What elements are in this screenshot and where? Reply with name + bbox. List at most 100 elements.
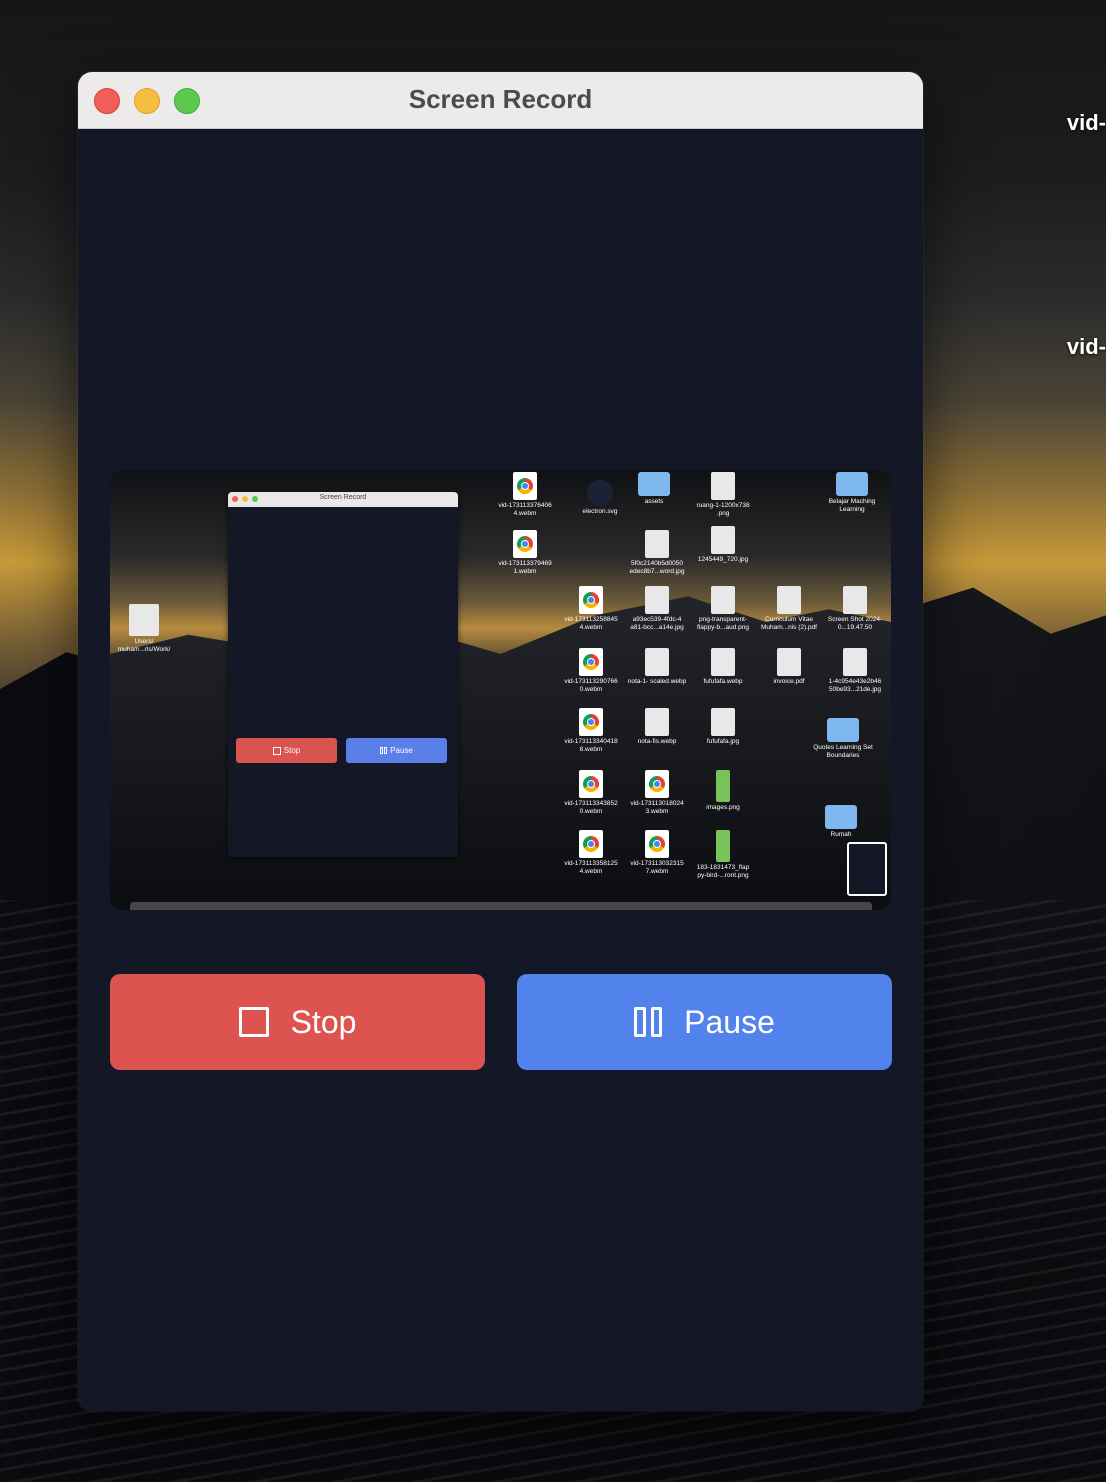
screen-record-window: Screen Record Screen Record Stop Pause U… <box>78 72 923 1411</box>
preview-desktop-item: 1245449_720.jpg <box>692 526 754 564</box>
preview-item-label: vid-173113290766 0.webm <box>564 678 618 693</box>
folder-file-icon <box>827 718 859 742</box>
preview-desktop-item: vid-173113343852 0.webm <box>560 770 622 816</box>
preview-item-label: images.png <box>706 804 740 811</box>
preview-desktop-item: images.png <box>692 770 754 812</box>
img-file-icon <box>711 708 735 736</box>
svg-file-icon <box>587 480 613 506</box>
preview-desktop-item: Belajar Maching Learning <box>821 472 883 514</box>
chrome-file-icon <box>579 830 603 858</box>
img-file-icon <box>645 586 669 614</box>
preview-item-label: vid-173113032315 7.webm <box>630 860 684 875</box>
img-file-icon <box>843 586 867 614</box>
preview-item-label: Quotes Learning Set Boundaries <box>813 744 873 759</box>
preview-item-label: 183-1831473_flap py-bird-...ront.png <box>696 864 750 879</box>
chrome-file-icon <box>513 472 537 500</box>
preview-desktop-item: invoice.pdf <box>758 648 820 686</box>
chrome-file-icon <box>645 770 669 798</box>
preview-mini-titlebar: Screen Record <box>228 492 458 507</box>
preview-item-label: assets <box>644 498 664 505</box>
preview-mini-window: Screen Record Stop Pause <box>228 492 458 857</box>
preview-desktop-item: vid-173113379469 1.webm <box>494 530 556 576</box>
preview-item-label: fufufafa.jpg <box>706 738 740 745</box>
preview-desktop-item: electron.svg <box>569 480 631 516</box>
preview-item-label: vid-173113376406 4.webm <box>498 502 552 517</box>
desktop-file-label[interactable]: vid- <box>1067 334 1106 360</box>
preview-item-label: vid-173113379469 1.webm <box>498 560 552 575</box>
window-title: Screen Record <box>408 84 593 114</box>
preview-item-label: Belajar Maching Learning <box>828 498 876 513</box>
preview-item-label: 5f0c2140b5d0050 edec8b7...word.jpg <box>629 560 685 575</box>
preview-item-label: ruang-1-1200x738 .png <box>696 502 750 517</box>
chrome-file-icon <box>579 586 603 614</box>
img-file-icon <box>777 586 801 614</box>
green-file-icon <box>716 770 730 802</box>
preview-desktop-item: Rumah <box>810 805 872 839</box>
preview-item-label: a93ec539-4fdc-4 a81-bcc...a14e.jpg <box>630 616 684 631</box>
preview-desktop-item: Screen Shot 2024-0...19.47.50 <box>824 586 886 632</box>
chrome-file-icon <box>645 830 669 858</box>
preview-desktop-item: ruang-1-1200x738 .png <box>692 472 754 518</box>
img-file-icon <box>645 648 669 676</box>
desktop-file-label[interactable]: vid- <box>1067 110 1106 136</box>
preview-item-label: vid-173113340418 8.webm <box>564 738 618 753</box>
preview-desktop-item: vid-173113258845 4.webm <box>560 586 622 632</box>
stop-button[interactable]: Stop <box>110 974 485 1070</box>
preview-item-label: fufufafa.webp <box>703 678 743 685</box>
img-file-icon <box>711 648 735 676</box>
preview-desktop-item: Quotes Learning Set Boundaries <box>812 718 874 760</box>
preview-desktop-item: a93ec539-4fdc-4 a81-bcc...a14e.jpg <box>626 586 688 632</box>
preview-item-label: nota-fis.webp <box>637 738 677 745</box>
img-file-icon <box>711 526 735 554</box>
preview-desktop-item: 5f0c2140b5d0050 edec8b7...word.jpg <box>626 530 688 576</box>
document-icon <box>129 604 159 636</box>
img-file-icon <box>645 530 669 558</box>
preview-dock <box>130 902 872 910</box>
pause-label: Pause <box>684 1003 775 1040</box>
preview-desktop-item: fufufafa.jpg <box>692 708 754 746</box>
img-file-icon <box>843 648 867 676</box>
pause-button[interactable]: Pause <box>517 974 892 1070</box>
preview-item-label: vid-173113018024 3.webm <box>630 800 684 815</box>
preview-desktop-item: 183-1831473_flap py-bird-...ront.png <box>692 830 754 880</box>
preview-item-label: electron.svg <box>582 508 618 515</box>
stop-icon <box>238 1007 269 1037</box>
preview-desktop-item: vid-173113340418 8.webm <box>560 708 622 754</box>
preview-item-label: nota-1- scaled.webp <box>627 678 687 685</box>
preview-item-label: Rumah <box>830 831 852 838</box>
preview-desktop-item: 1-4c954e43e2b46 50be93...21de.jpg <box>824 648 886 694</box>
preview-item-label: Screen Shot 2024-0...19.47.50 <box>827 616 883 631</box>
stop-icon <box>272 746 281 755</box>
img-file-icon <box>645 708 669 736</box>
pause-icon <box>634 1007 663 1037</box>
preview-mini-stop-label: Stop <box>283 746 301 755</box>
screen-preview: Screen Record Stop Pause Users/ muham...… <box>110 470 891 910</box>
img-file-icon <box>777 648 801 676</box>
folder-file-icon <box>836 472 868 496</box>
preview-recording-thumbnail <box>847 842 887 896</box>
chrome-file-icon <box>579 708 603 736</box>
preview-desktop-item: vid-173113376406 4.webm <box>494 472 556 518</box>
preview-item-label: vid-173113258845 4.webm <box>564 616 618 631</box>
img-file-icon <box>711 472 735 500</box>
folder-file-icon <box>825 805 857 829</box>
preview-desktop-item: Curriculum Vitae Muham...nis (2).pdf <box>758 586 820 632</box>
preview-item-label: vid-173113358125 4.webm <box>564 860 618 875</box>
preview-desktop-item: fufufafa.webp <box>692 648 754 686</box>
preview-desktop-item: nota-fis.webp <box>626 708 688 746</box>
title-bar[interactable]: Screen Record <box>78 72 923 129</box>
preview-mini-title: Screen Record <box>319 494 367 501</box>
folder-file-icon <box>638 472 670 496</box>
preview-item-label: 1-4c954e43e2b46 50be93...21de.jpg <box>828 678 882 693</box>
chrome-file-icon <box>579 770 603 798</box>
stop-label: Stop <box>290 1003 357 1040</box>
preview-desktop-item: assets <box>623 472 685 506</box>
preview-item-label: vid-173113343852 0.webm <box>564 800 618 815</box>
preview-mini-stop-button: Stop <box>236 738 337 763</box>
preview-desktop-item: nota-1- scaled.webp <box>626 648 688 686</box>
preview-desktop-item: Users/ muham...rls/Work/ <box>113 604 175 654</box>
preview-item-label: png-transparent- flappy-b...aud.png <box>696 616 750 631</box>
preview-desktop-item: vid-173113290766 0.webm <box>560 648 622 694</box>
preview-item-label: 1245449_720.jpg <box>697 556 749 563</box>
preview-desktop-item: vid-173113358125 4.webm <box>560 830 622 876</box>
